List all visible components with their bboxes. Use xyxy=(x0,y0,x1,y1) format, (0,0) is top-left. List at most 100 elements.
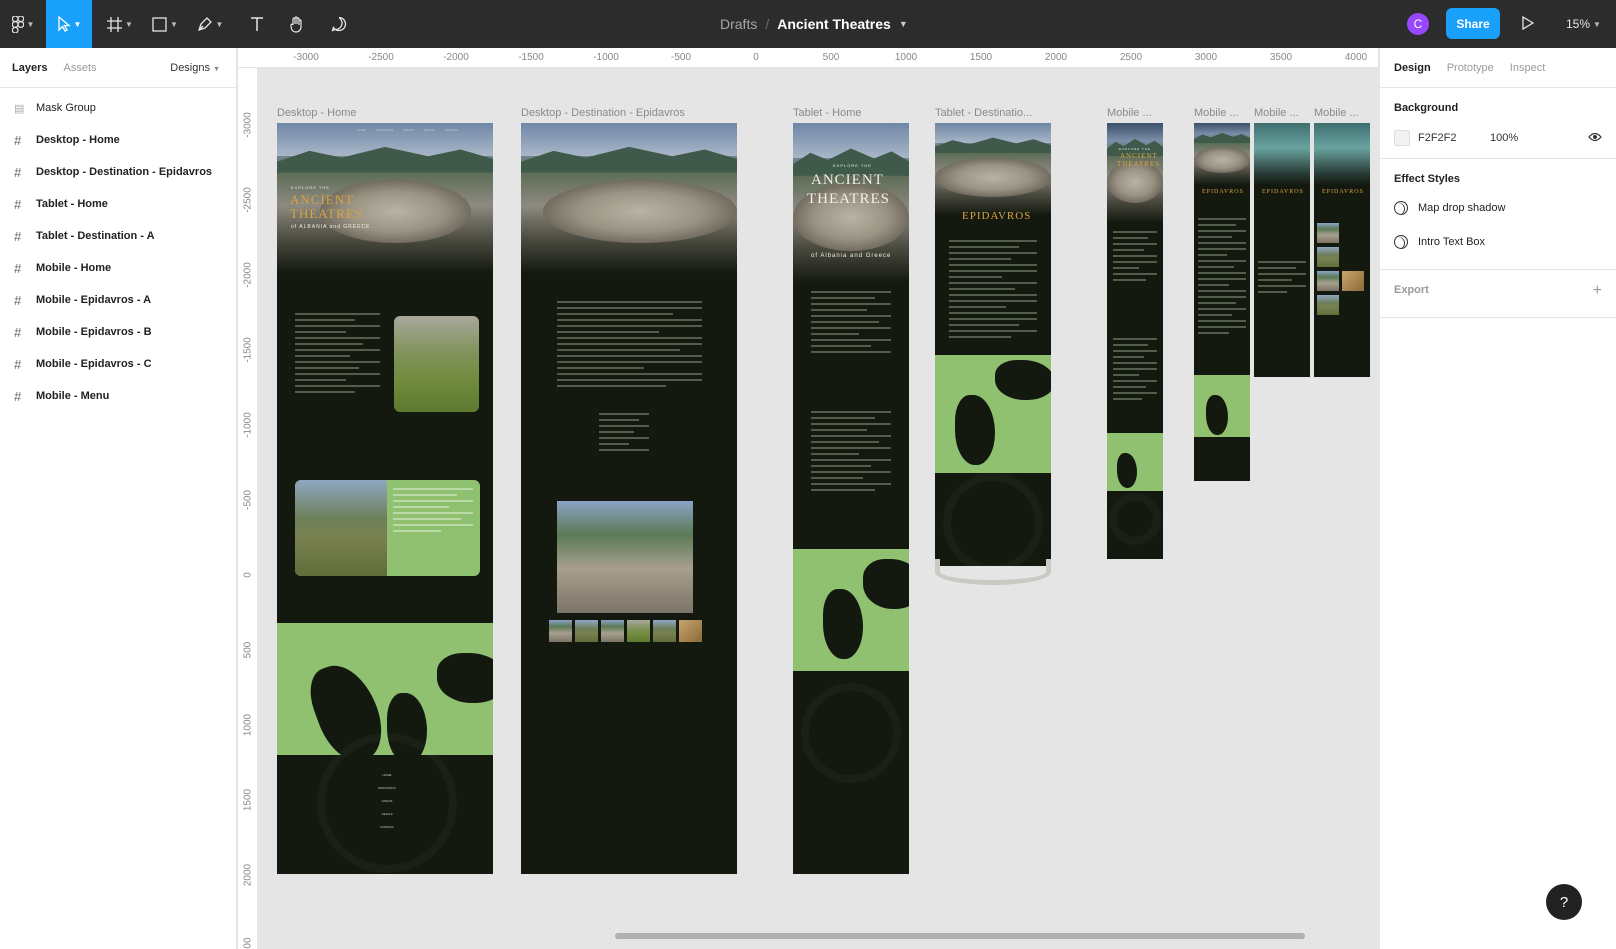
background-fill-row[interactable]: F2F2F2 100% xyxy=(1394,128,1602,148)
layer-name: Desktop - Home xyxy=(36,134,120,146)
ruler-tick: -1500 xyxy=(242,337,254,363)
layer-mobile-menu[interactable]: # Mobile - Menu xyxy=(0,380,236,412)
ruler-tick: 0 xyxy=(753,52,759,63)
main-menu-button[interactable]: ▼ xyxy=(0,0,46,48)
canvas[interactable]: Desktop - Home HOME EPIDAVROS ARGOS DELP… xyxy=(259,69,1378,949)
nav-item[interactable]: HOME xyxy=(357,128,366,132)
present-button[interactable] xyxy=(1522,15,1535,35)
layer-mobile-epidavros-b[interactable]: # Mobile - Epidavros - B xyxy=(0,316,236,348)
tab-layers[interactable]: Layers xyxy=(12,62,47,74)
thumbnail[interactable] xyxy=(627,620,650,642)
hero-subtitle: of ALBANIA and GREECE xyxy=(291,224,371,230)
pen-tool-button[interactable]: ▼ xyxy=(190,0,230,48)
chevron-down-icon[interactable]: ▼ xyxy=(899,19,908,29)
frame-tablet-home[interactable]: EXPLORE THE ANCIENT THEATRES of Albania … xyxy=(793,123,909,874)
gallery-thumbnail[interactable] xyxy=(1342,271,1364,291)
frame-label[interactable]: Mobile ... xyxy=(1254,107,1310,119)
thumbnail[interactable] xyxy=(549,620,572,642)
ruler-tick: 1000 xyxy=(894,52,918,63)
zoom-menu[interactable]: 15% ▼ xyxy=(1566,0,1601,48)
background-section: Background F2F2F2 100% xyxy=(1380,88,1616,159)
frame-mobile-epidavros-a[interactable]: EPIDAVROS xyxy=(1194,123,1250,481)
frame-icon: # xyxy=(14,132,22,148)
effect-style-icon xyxy=(1394,235,1408,249)
frame-desktop-epidavros[interactable] xyxy=(521,123,737,874)
map xyxy=(1107,433,1163,491)
thumbnail[interactable] xyxy=(601,620,624,642)
help-button[interactable]: ? xyxy=(1546,884,1582,920)
comment-tool-button[interactable] xyxy=(322,0,356,48)
hero-title-line1: ANCIENT xyxy=(290,192,355,207)
tab-assets[interactable]: Assets xyxy=(63,62,96,74)
frame-icon: # xyxy=(14,196,22,212)
frame-tool-button[interactable]: ▼ xyxy=(100,0,140,48)
layer-mobile-home[interactable]: # Mobile - Home xyxy=(0,252,236,284)
footer-nav-item[interactable]: DODONA xyxy=(372,825,402,829)
layer-name: Mobile - Epidavros - C xyxy=(36,358,152,370)
pages-dropdown[interactable]: Designs ▼ xyxy=(170,62,220,74)
footer-nav-item[interactable]: DELPHI xyxy=(372,812,402,816)
theatre-seating xyxy=(935,157,1051,197)
file-name[interactable]: Ancient Theatres xyxy=(777,16,891,32)
frame-mobile-epidavros-c[interactable]: EPIDAVROS xyxy=(1314,123,1370,377)
frame-label[interactable]: Desktop - Home xyxy=(277,107,356,119)
background-hex[interactable]: F2F2F2 xyxy=(1418,132,1490,144)
chevron-down-icon: ▼ xyxy=(1593,19,1601,29)
effect-style-item[interactable]: Map drop shadow xyxy=(1394,191,1602,225)
tab-design[interactable]: Design xyxy=(1394,62,1431,74)
background-opacity[interactable]: 100% xyxy=(1490,132,1518,144)
eye-icon[interactable] xyxy=(1588,132,1602,145)
frame-label[interactable]: Tablet - Destinatio... xyxy=(935,107,1051,119)
layer-mobile-epidavros-a[interactable]: # Mobile - Epidavros - A xyxy=(0,284,236,316)
frame-label[interactable]: Mobile ... xyxy=(1194,107,1250,119)
layer-mobile-epidavros-c[interactable]: # Mobile - Epidavros - C xyxy=(0,348,236,380)
add-export-icon[interactable]: + xyxy=(1593,282,1602,300)
frame-desktop-home[interactable]: HOME EPIDAVROS ARGOS DELPHI DODONA EXPLO… xyxy=(277,123,493,874)
gallery-thumbnail[interactable] xyxy=(1317,295,1339,315)
thumbnail[interactable] xyxy=(575,620,598,642)
layer-tablet-home[interactable]: # Tablet - Home xyxy=(0,188,236,220)
footer-nav-item[interactable]: HOME xyxy=(372,773,402,777)
move-tool-button[interactable]: ▼ xyxy=(46,0,92,48)
nav-item[interactable]: DELPHI xyxy=(424,128,435,132)
effect-style-item[interactable]: Intro Text Box xyxy=(1394,225,1602,259)
frame-label[interactable]: Desktop - Destination - Epidavros xyxy=(521,107,685,119)
thumbnail[interactable] xyxy=(679,620,702,642)
map-sea xyxy=(955,395,995,465)
frame-label[interactable]: Mobile ... xyxy=(1107,107,1163,119)
frame-mobile-epidavros-b[interactable]: EPIDAVROS xyxy=(1254,123,1310,377)
frame-tablet-destination[interactable]: EPIDAVROS xyxy=(935,123,1051,566)
nav-item[interactable]: DODONA xyxy=(445,128,458,132)
thumbnail[interactable] xyxy=(653,620,676,642)
frame-mobile-home[interactable]: EXPLORE THE ANCIENT THEATRES xyxy=(1107,123,1163,559)
frame-icon: # xyxy=(14,164,22,180)
nav-item[interactable]: EPIDAVROS xyxy=(376,128,393,132)
avatar[interactable]: C xyxy=(1407,13,1429,35)
layer-tablet-destination-a[interactable]: # Tablet - Destination - A xyxy=(0,220,236,252)
layer-desktop-home[interactable]: # Desktop - Home xyxy=(0,124,236,156)
footer-nav-item[interactable]: EPIDAVROS xyxy=(372,786,402,790)
ruler-tick: -500 xyxy=(670,52,692,63)
breadcrumb-drafts[interactable]: Drafts xyxy=(720,16,757,32)
frame-label[interactable]: Mobile ... xyxy=(1314,107,1370,119)
hand-tool-button[interactable] xyxy=(280,0,314,48)
gallery-thumbnail[interactable] xyxy=(1317,223,1339,243)
layer-desktop-epidavros[interactable]: # Desktop - Destination - Epidavros xyxy=(0,156,236,188)
color-swatch[interactable] xyxy=(1394,130,1410,146)
gallery-thumbnail[interactable] xyxy=(1317,271,1339,291)
vertical-ruler: -3000 -2500 -2000 -1500 -1000 -500 0 500… xyxy=(238,68,258,949)
shape-tool-button[interactable]: ▼ xyxy=(145,0,185,48)
mask-group-arc[interactable] xyxy=(935,559,1051,585)
text-tool-button[interactable] xyxy=(240,0,274,48)
tab-prototype[interactable]: Prototype xyxy=(1447,62,1494,74)
share-button[interactable]: Share xyxy=(1446,8,1500,39)
layer-mask-group[interactable]: ▤ Mask Group xyxy=(0,92,236,124)
tab-inspect[interactable]: Inspect xyxy=(1510,62,1545,74)
effect-styles-section: Effect Styles Map drop shadow Intro Text… xyxy=(1380,159,1616,270)
horizontal-scrollbar[interactable] xyxy=(615,933,1305,939)
frame-label[interactable]: Tablet - Home xyxy=(793,107,861,119)
nav-item[interactable]: ARGOS xyxy=(403,128,414,132)
footer-nav-item[interactable]: ARGOS xyxy=(372,799,402,803)
ruler-tick: 500 xyxy=(822,52,840,63)
gallery-thumbnail[interactable] xyxy=(1317,247,1339,267)
